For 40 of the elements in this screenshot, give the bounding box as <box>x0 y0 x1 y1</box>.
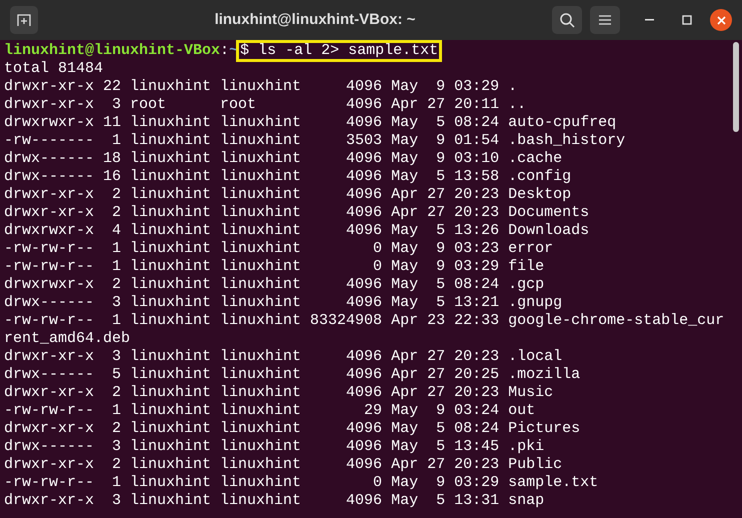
output-line: drwxrwxr-x 4 linuxhint linuxhint 4096 May 5 13:26 Downloads <box>4 222 590 240</box>
command-text: $ ls -al 2> sample.txt <box>238 42 440 60</box>
output-line: drwxr-xr-x 3 linuxhint linuxhint 4096 Apr 27 20:23 .local <box>4 348 562 366</box>
prompt-user-host: linuxhint@linuxhint-VBox <box>4 42 220 60</box>
output-line: drwxrwxr-x 2 linuxhint linuxhint 4096 May 5 08:24 .gcp <box>4 276 544 294</box>
output-line: drwxrwxr-x 11 linuxhint linuxhint 4096 May 5 08:24 auto-cpufreq <box>4 114 616 132</box>
scrollbar-thumb[interactable] <box>733 42 739 132</box>
output-line: drwx------ 16 linuxhint linuxhint 4096 May 5 13:58 .config <box>4 168 572 186</box>
close-icon <box>716 16 726 24</box>
new-tab-icon <box>17 13 31 27</box>
window-title: linuxhint@linuxhint-VBox: ~ <box>214 10 416 30</box>
output-line: -rw-rw-r-- 1 linuxhint linuxhint 0 May 9 03:29 sample.txt <box>4 474 598 492</box>
output-line: drwx------ 3 linuxhint linuxhint 4096 May 5 13:21 .gnupg <box>4 294 562 312</box>
menu-button[interactable] <box>590 6 620 34</box>
output-line: drwxr-xr-x 2 linuxhint linuxhint 4096 Apr 27 20:23 Public <box>4 456 562 474</box>
output-line: -rw-rw-r-- 1 linuxhint linuxhint 0 May 9 03:23 error <box>4 240 554 258</box>
output-line: -rw------- 1 linuxhint linuxhint 3503 May 9 01:54 .bash_history <box>4 132 626 150</box>
search-button[interactable] <box>552 6 582 34</box>
output-line: drwxr-xr-x 2 linuxhint linuxhint 4096 Apr 27 20:23 Documents <box>4 204 590 222</box>
new-tab-button[interactable] <box>10 6 38 34</box>
output-line: drwx------ 3 linuxhint linuxhint 4096 May 5 13:45 .pki <box>4 438 544 456</box>
output-line: drwx------ 18 linuxhint linuxhint 4096 May 9 03:10 .cache <box>4 150 562 168</box>
prompt-separator: : <box>220 42 230 60</box>
minimize-icon <box>644 19 654 21</box>
output-line: total 81484 <box>4 60 104 78</box>
maximize-icon <box>682 15 692 25</box>
output-line: drwxr-xr-x 3 linuxhint linuxhint 4096 May 5 13:31 snap <box>4 492 544 510</box>
close-button[interactable] <box>710 9 732 31</box>
output-line: drwxr-xr-x 22 linuxhint linuxhint 4096 May 9 03:29 . <box>4 78 518 96</box>
output-line: drwxr-xr-x 2 linuxhint linuxhint 4096 Apr 27 20:23 Music <box>4 384 554 402</box>
output-line: drwxr-xr-x 2 linuxhint linuxhint 4096 May 5 08:24 Pictures <box>4 420 580 438</box>
output-line: rent_amd64.deb <box>4 330 130 348</box>
output-line: drwxr-xr-x 2 linuxhint linuxhint 4096 Apr 27 20:23 Desktop <box>4 186 572 204</box>
output-line: drwx------ 5 linuxhint linuxhint 4096 Apr 27 20:25 .mozilla <box>4 366 580 384</box>
output-line: drwxr-xr-x 3 root root 4096 Apr 27 20:11 .. <box>4 96 526 114</box>
output-line: -rw-rw-r-- 1 linuxhint linuxhint 0 May 9 03:29 file <box>4 258 544 276</box>
search-icon <box>559 12 575 28</box>
menu-icon <box>599 15 611 25</box>
output-line: -rw-rw-r-- 1 linuxhint linuxhint 29 May 9 03:24 out <box>4 402 536 420</box>
output-line: -rw-rw-r-- 1 linuxhint linuxhint 83324908 Apr 23 22:33 google-chrome-stable_cur <box>4 312 724 330</box>
